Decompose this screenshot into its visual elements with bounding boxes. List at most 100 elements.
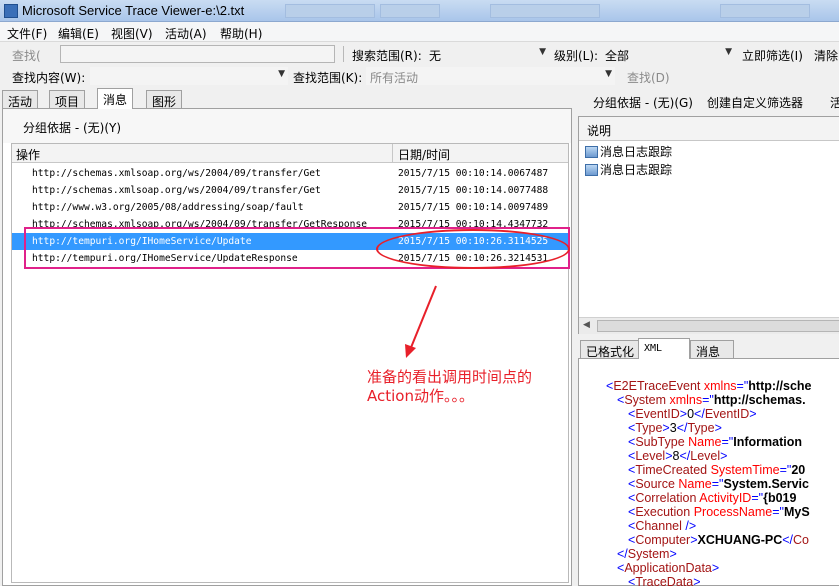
clear-button[interactable]: 清除 (814, 47, 838, 64)
row-action: http://tempuri.org/IHomeService/Update (32, 236, 252, 247)
table-row[interactable]: http://schemas.xmlsoap.org/ws/2004/09/tr… (12, 216, 568, 233)
menu-file[interactable]: 文件(F) (7, 25, 47, 42)
table-row[interactable]: http://schemas.xmlsoap.org/ws/2004/09/tr… (12, 165, 568, 182)
message-log-icon (585, 146, 598, 158)
table-row[interactable]: http://schemas.xmlsoap.org/ws/2004/09/tr… (12, 182, 568, 199)
create-custom-filter-button[interactable]: 创建自定义筛选器 (707, 94, 803, 111)
group-by-bar: 分组依据 - (无)(Y) (3, 109, 571, 143)
column-header-description[interactable]: 说明 (587, 122, 611, 139)
message-grid: 操作 日期/时间 http://schemas.xmlsoap.org/ws/2… (11, 143, 569, 583)
menu-activity[interactable]: 活动(A) (165, 25, 207, 42)
row-action: http://schemas.xmlsoap.org/ws/2004/09/tr… (32, 168, 321, 179)
grid-header: 操作 日期/时间 (12, 144, 568, 163)
background-tab-ghost (380, 4, 440, 18)
trace-item[interactable]: 消息日志跟踪 (585, 143, 672, 160)
level-value: 全部 (605, 49, 630, 63)
horizontal-scrollbar[interactable]: ◀ (579, 317, 839, 334)
group-by-button[interactable]: 分组依据 - (无)(Y) (23, 119, 121, 136)
xml-line: <Source Name="System.Servic (628, 477, 809, 491)
xml-line: <EventID>0</EventID> (628, 407, 757, 421)
xml-line: <Level>8</Level> (628, 449, 728, 463)
annotation-line-1: 准备的看出调用时间点的 (367, 368, 533, 386)
message-list-panel: 分组依据 - (无)(Y) 操作 日期/时间 http://schemas.xm… (2, 108, 572, 586)
table-row[interactable]: http://www.w3.org/2005/08/addressing/soa… (12, 199, 568, 216)
find-what-label: 查找内容(W): (12, 71, 86, 85)
search-scope-label: 搜索范围(R): (352, 49, 422, 63)
trace-list-header: 说明 (579, 117, 839, 141)
row-datetime: 2015/7/15 00:10:14.0067487 (398, 168, 549, 179)
toolbar-separator (343, 46, 344, 62)
tab-project[interactable]: 项目 (49, 90, 86, 109)
trace-item-label: 消息日志跟踪 (600, 163, 673, 177)
column-divider[interactable] (392, 144, 393, 163)
look-in-value: 所有活动 (370, 71, 419, 85)
row-datetime: 2015/7/15 00:10:26.3114525 (398, 236, 549, 247)
find-toolbar: 查找内容(W): ▼ 查找范围(K): 所有活动 ▼ 查找(D) (0, 65, 839, 87)
scroll-left-icon[interactable]: ◀ (583, 320, 590, 330)
menu-help[interactable]: 帮助(H) (220, 25, 262, 42)
xml-line: <Execution ProcessName="MyS (628, 505, 810, 519)
column-header-action[interactable]: 操作 (16, 146, 40, 163)
menu-view[interactable]: 视图(V) (111, 25, 153, 42)
trace-item[interactable]: 消息日志跟踪 (585, 161, 672, 178)
tab-graph[interactable]: 图形 (146, 90, 183, 109)
find-button[interactable]: 查找(D) (627, 69, 670, 86)
search-toolbar: 查找( 搜索范围(R): 无 ▼ 级别(L): 全部 ▼ 立即筛选(I) 清除 (0, 43, 839, 65)
tab-activity[interactable]: 活动 (2, 90, 39, 109)
row-datetime: 2015/7/15 00:10:26.3214531 (398, 253, 549, 264)
row-datetime: 2015/7/15 00:10:14.0097489 (398, 202, 549, 213)
tab-message-detail[interactable]: 消息 (690, 340, 734, 359)
row-action: http://www.w3.org/2005/08/addressing/soa… (32, 202, 304, 213)
chevron-down-icon: ▼ (605, 69, 612, 79)
title-bar: Microsoft Service Trace Viewer-e:\2.txt (0, 0, 839, 22)
xml-line: <E2ETraceEvent xmlns="http://sche (606, 379, 812, 393)
look-in-select[interactable]: 所有活动 ▼ (366, 67, 615, 85)
find-label: 查找( (12, 49, 41, 63)
look-in-label: 查找范围(K): (293, 71, 363, 85)
table-row[interactable]: http://tempuri.org/IHomeService/UpdateRe… (12, 250, 568, 267)
window-title: Microsoft Service Trace Viewer-e:\2.txt (22, 3, 245, 18)
table-row[interactable]: http://tempuri.org/IHomeService/Update 20… (12, 233, 568, 250)
xml-line: <Type>3</Type> (628, 421, 722, 435)
xml-line: <ApplicationData> (617, 561, 720, 575)
right-toolbar-overflow[interactable]: 活 (830, 94, 839, 111)
right-group-by-button[interactable]: 分组依据 - (无)(G) (593, 94, 693, 111)
xml-line: <TraceData> (628, 575, 701, 586)
background-tab-ghost (490, 4, 600, 18)
tab-xml[interactable]: XML (638, 338, 690, 359)
tab-formatted[interactable]: 已格式化 (580, 340, 641, 359)
row-action: http://tempuri.org/IHomeService/UpdateRe… (32, 253, 298, 264)
xml-line: <TimeCreated SystemTime="20 (628, 463, 806, 477)
find-what-select[interactable]: ▼ (90, 67, 288, 85)
xml-line: </System> (617, 547, 677, 561)
app-icon (4, 4, 18, 18)
xml-line: <Computer>XCHUANG-PC</Co (628, 533, 810, 547)
chevron-down-icon: ▼ (278, 69, 285, 79)
find-input[interactable] (60, 45, 335, 63)
background-tab-ghost (285, 4, 375, 18)
background-tab-ghost (720, 4, 810, 18)
xml-line: <System xmlns="http://schemas. (617, 393, 806, 407)
xml-line: <SubType Name="Information (628, 435, 802, 449)
chevron-down-icon: ▼ (539, 47, 546, 57)
row-datetime: 2015/7/15 00:10:14.4347732 (398, 219, 549, 230)
row-action: http://schemas.xmlsoap.org/ws/2004/09/tr… (32, 185, 321, 196)
filter-now-button[interactable]: 立即筛选(I) (742, 47, 803, 64)
level-select[interactable]: 全部 ▼ (601, 45, 735, 63)
trace-item-label: 消息日志跟踪 (600, 145, 673, 159)
tab-message[interactable]: 消息 (97, 88, 134, 109)
menu-edit[interactable]: 编辑(E) (58, 25, 99, 42)
search-scope-value: 无 (429, 49, 442, 63)
scrollbar-thumb[interactable] (597, 320, 839, 332)
xml-line: <Correlation ActivityID="{b019 (628, 491, 797, 505)
annotation-line-2: Action动作。。。 (367, 387, 474, 405)
trace-list-panel: 说明 消息日志跟踪 消息日志跟踪 ◀ (578, 116, 839, 334)
menu-bar: 文件(F) 编辑(E) 视图(V) 活动(A) 帮助(H) (0, 22, 839, 42)
row-datetime: 2015/7/15 00:10:14.0077488 (398, 185, 549, 196)
xml-view-panel: <E2ETraceEvent xmlns="http://sche <System… (578, 358, 839, 586)
xml-line: <Channel /> (628, 519, 697, 533)
search-scope-select[interactable]: 无 ▼ (425, 45, 549, 63)
column-header-datetime[interactable]: 日期/时间 (398, 146, 450, 163)
chevron-down-icon: ▼ (725, 47, 732, 57)
row-action: http://schemas.xmlsoap.org/ws/2004/09/tr… (32, 219, 368, 230)
